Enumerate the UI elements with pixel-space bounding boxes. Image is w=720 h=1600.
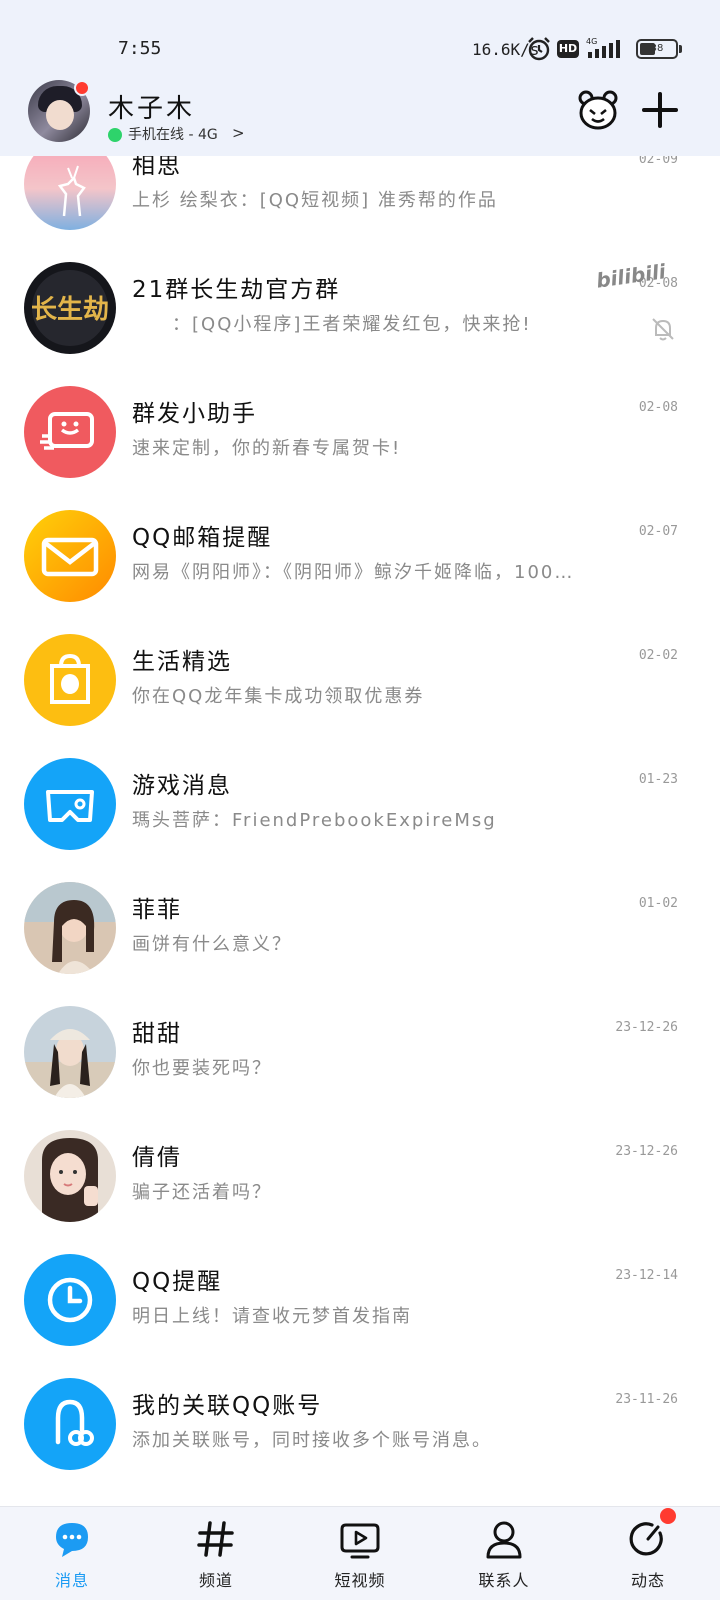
add-button[interactable]	[638, 88, 682, 132]
alarm-icon	[528, 37, 550, 61]
profile-name[interactable]: 木子木	[108, 88, 195, 125]
signal-label: 4G	[586, 37, 597, 46]
message-icon	[56, 1523, 88, 1557]
conversation-time: 02-07	[638, 524, 678, 539]
conversation-preview: 网易《阴阳师》：《阴阳师》鲸汐千姬降临，100…	[132, 562, 575, 583]
changshengjie-avatar: 长生劫	[24, 262, 116, 354]
battery-icon: 38	[636, 39, 682, 59]
game-icon	[24, 758, 116, 850]
nav-label: 联系人	[478, 1571, 530, 1590]
conversation-preview: 明日上线！请查收元梦首发指南	[132, 1306, 412, 1327]
chevron-right-icon[interactable]: >	[232, 124, 245, 142]
bottom-nav: 消息 频道 短视频 联系人 动态	[0, 1506, 720, 1600]
conversation-list[interactable]: 相思 上杉 绘梨衣：[QQ短视频] 准秀帮的作品 02-09 长生劫 21群长生…	[0, 126, 720, 1506]
video-icon	[340, 1523, 380, 1559]
online-status-text[interactable]: 手机在线 - 4G	[128, 124, 218, 144]
conversation-row[interactable]: 甜甜 你也要装死吗？ 23-12-26	[0, 994, 720, 1118]
mail-icon	[24, 510, 116, 602]
conversation-time: 23-12-14	[615, 1268, 678, 1283]
conversation-title: QQ邮箱提醒	[132, 525, 273, 551]
conversation-preview: ：[QQ小程序]王者荣耀发红包，快来抢!	[172, 314, 532, 335]
conversation-preview: 添加关联账号，同时接收多个账号消息。	[132, 1430, 492, 1451]
conversation-title: 群发小助手	[132, 401, 257, 427]
girl-hat-avatar	[24, 1006, 116, 1098]
svg-text:长生劫: 长生劫	[31, 295, 109, 325]
nav-label: 短视频	[334, 1571, 386, 1590]
nav-label: 消息	[54, 1571, 89, 1590]
conversation-time: 23-12-26	[615, 1144, 678, 1159]
conversation-row[interactable]: 长生劫 21群长生劫官方群 ：[QQ小程序]王者荣耀发红包，快来抢! 02-08…	[0, 250, 720, 374]
conversation-preview: 骗子还活着吗？	[132, 1182, 272, 1203]
group-send-icon	[24, 386, 116, 478]
battery-level: 38	[650, 43, 664, 54]
conversation-title: 生活精选	[132, 649, 232, 675]
conversation-preview: 你在QQ龙年集卡成功领取优惠券	[132, 686, 425, 707]
status-bar: 7:55 16.6K/s HD 4G 38	[0, 0, 720, 86]
conversation-title: 我的关联QQ账号	[132, 1393, 323, 1419]
conversation-preview: 速来定制，你的新春专属贺卡!	[132, 438, 402, 459]
conversation-title: 倩倩	[132, 1145, 182, 1171]
conversation-preview: 画饼有什么意义？	[132, 934, 292, 955]
conversation-time: 23-11-26	[615, 1392, 678, 1407]
conversation-preview: 瑪头菩萨：FriendPrebookExpireMsg	[132, 810, 497, 831]
conversation-row[interactable]: 倩倩 骗子还活着吗？ 23-12-26	[0, 1118, 720, 1242]
conversation-time: 02-02	[638, 648, 678, 663]
conversation-time: 01-23	[638, 772, 678, 787]
nav-tab-messages[interactable]: 消息	[0, 1507, 144, 1600]
conversation-time: 01-02	[638, 896, 678, 911]
conversation-title: 游戏消息	[132, 773, 232, 799]
conversation-time: 02-08	[638, 400, 678, 415]
nav-label: 动态	[630, 1571, 665, 1590]
nav-tab-activity[interactable]: 动态	[576, 1507, 720, 1600]
status-time: 7:55	[118, 38, 162, 59]
linked-account-icon	[24, 1378, 116, 1470]
conversation-time: 23-12-26	[615, 1020, 678, 1035]
conversation-title: 21群长生劫官方群	[132, 277, 341, 303]
shopping-bag-icon	[24, 634, 116, 726]
nav-tab-channels[interactable]: 频道	[144, 1507, 288, 1600]
conversation-row[interactable]: 生活精选 你在QQ龙年集卡成功领取优惠券 02-02	[0, 622, 720, 746]
conversation-row[interactable]: QQ邮箱提醒 网易《阴阳师》：《阴阳师》鲸汐千姬降临，100… 02-07	[0, 498, 720, 622]
online-status-dot	[108, 128, 122, 142]
conversation-row[interactable]: 菲菲 画饼有什么意义？ 01-02	[0, 870, 720, 994]
hd-icon: HD	[557, 40, 579, 58]
hashtag-icon	[197, 1521, 234, 1557]
activity-notification-dot	[660, 1508, 676, 1524]
clock-icon	[24, 1254, 116, 1346]
signal-icon: 4G	[586, 37, 620, 58]
notification-dot	[74, 80, 90, 96]
nav-tab-short-video[interactable]: 短视频	[288, 1507, 432, 1600]
conversation-row[interactable]: 我的关联QQ账号 添加关联账号，同时接收多个账号消息。 23-11-26	[0, 1366, 720, 1490]
activity-icon	[629, 1522, 663, 1556]
conversation-title: QQ提醒	[132, 1269, 223, 1295]
conversation-row[interactable]: 游戏消息 瑪头菩萨：FriendPrebookExpireMsg 01-23	[0, 746, 720, 870]
conversation-title: 甜甜	[132, 1021, 182, 1047]
conversation-row[interactable]: QQ提醒 明日上线！请查收元梦首发指南 23-12-14	[0, 1242, 720, 1366]
girl-selfie-avatar	[24, 1130, 116, 1222]
conversation-preview: 上杉 绘梨衣：[QQ短视频] 准秀帮的作品	[132, 190, 498, 211]
nav-label: 频道	[198, 1571, 233, 1590]
conversation-preview: 你也要装死吗？	[132, 1058, 272, 1079]
nav-tab-contacts[interactable]: 联系人	[432, 1507, 576, 1600]
conversation-row[interactable]: 群发小助手 速来定制，你的新春专属贺卡! 02-08	[0, 374, 720, 498]
contact-icon	[486, 1521, 522, 1559]
conversation-title: 菲菲	[132, 897, 182, 923]
mute-bell-icon	[652, 318, 674, 341]
qq-bear-icon[interactable]	[576, 88, 620, 132]
top-bar: 7:55 16.6K/s HD 4G 38 木子木 手机在线 - 4G >	[0, 0, 720, 156]
girl-photo-avatar	[24, 882, 116, 974]
